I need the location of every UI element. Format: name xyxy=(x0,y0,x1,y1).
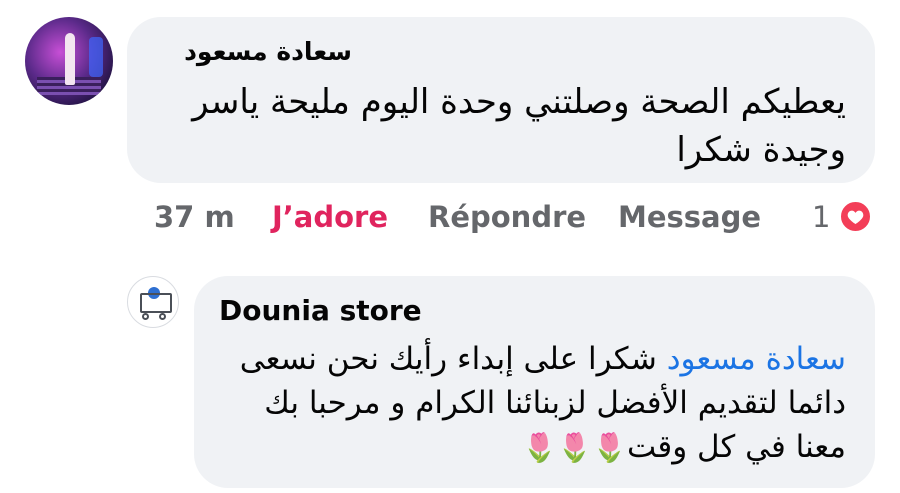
message-button[interactable]: Message xyxy=(618,200,761,234)
like-button[interactable]: J’adore xyxy=(272,200,388,234)
user-mention[interactable]: سعادة مسعود xyxy=(667,341,846,377)
store-avatar[interactable] xyxy=(127,276,179,328)
avatar-logo-wheel xyxy=(159,313,166,320)
avatar-photo-figure xyxy=(65,33,75,85)
reaction-count[interactable]: 1 xyxy=(812,200,830,234)
avatar-logo-wheel xyxy=(142,313,149,320)
heart-icon[interactable] xyxy=(838,199,873,234)
reply-author-name[interactable]: Dounia store xyxy=(219,294,422,327)
comment-text: يعطيكم الصحة وصلتني وحدة اليوم مليحة ياس… xyxy=(192,82,846,170)
avatar-logo-cart xyxy=(140,293,172,313)
comment-timestamp[interactable]: 37 m xyxy=(154,200,235,234)
comment-author-name[interactable]: سعادة مسعود xyxy=(184,37,352,66)
reply-text: سعادة مسعود شكرا على إبداء رأيك نحن نسعى… xyxy=(206,337,846,470)
reply-button[interactable]: Répondre xyxy=(428,200,586,234)
tulip-emoji-icon: 🌷🌷🌷 xyxy=(522,431,627,464)
avatar-photo-light xyxy=(89,37,103,77)
heart-icon-glyph xyxy=(847,210,864,225)
commenter-avatar[interactable] xyxy=(25,17,113,105)
